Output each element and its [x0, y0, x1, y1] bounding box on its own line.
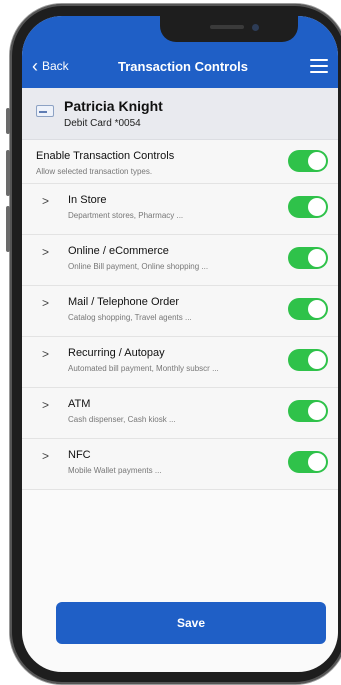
- card-summary: Patricia Knight Debit Card *0054: [22, 88, 338, 140]
- category-subtitle: Department stores, Pharmacy ...: [68, 211, 184, 220]
- online-ecommerce-toggle[interactable]: [288, 247, 328, 269]
- category-subtitle: Online Bill payment, Online shopping ...: [68, 262, 209, 271]
- nfc-toggle[interactable]: [288, 451, 328, 473]
- page-title: Transaction Controls: [118, 58, 249, 74]
- volume-up-button: [6, 150, 10, 196]
- enable-controls-toggle[interactable]: [288, 150, 328, 172]
- category-subtitle: Mobile Wallet payments ...: [68, 466, 162, 475]
- recurring-autopay-toggle[interactable]: [288, 349, 328, 371]
- category-subtitle: Cash dispenser, Cash kiosk ...: [68, 415, 176, 424]
- save-button[interactable]: Save: [56, 602, 326, 644]
- chevron-right-icon: >: [42, 449, 50, 463]
- back-button[interactable]: ‹ Back: [22, 57, 69, 75]
- category-row-in-store[interactable]: > In Store Department stores, Pharmacy .…: [22, 184, 338, 235]
- phone-notch: [160, 16, 298, 42]
- chevron-right-icon: >: [42, 194, 50, 208]
- category-row-recurring-autopay[interactable]: > Recurring / Autopay Automated bill pay…: [22, 337, 338, 388]
- category-subtitle: Automated bill payment, Monthly subscr .…: [68, 364, 219, 373]
- mail-telephone-order-toggle[interactable]: [288, 298, 328, 320]
- in-store-toggle[interactable]: [288, 196, 328, 218]
- category-row-mail-telephone-order[interactable]: > Mail / Telephone Order Catalog shoppin…: [22, 286, 338, 337]
- category-row-online-ecommerce[interactable]: > Online / eCommerce Online Bill payment…: [22, 235, 338, 286]
- enable-subtitle: Allow selected transaction types.: [36, 167, 153, 176]
- credit-card-icon: [36, 104, 54, 117]
- back-label: Back: [42, 59, 69, 73]
- chevron-right-icon: >: [42, 398, 50, 412]
- chevron-right-icon: >: [42, 296, 50, 310]
- speaker-grille: [210, 25, 244, 29]
- chevron-right-icon: >: [42, 347, 50, 361]
- enable-transaction-controls-row: Enable Transaction Controls Allow select…: [22, 140, 338, 184]
- navigation-bar: ‹ Back Transaction Controls: [22, 44, 338, 88]
- hamburger-menu-icon[interactable]: [310, 59, 328, 73]
- chevron-left-icon: ‹: [32, 56, 38, 76]
- app-screen: ‹ Back Transaction Controls Patricia Kni…: [22, 16, 338, 672]
- atm-toggle[interactable]: [288, 400, 328, 422]
- card-label: Debit Card *0054: [64, 118, 141, 129]
- category-row-atm[interactable]: > ATM Cash dispenser, Cash kiosk ...: [22, 388, 338, 439]
- category-row-nfc[interactable]: > NFC Mobile Wallet payments ...: [22, 439, 338, 490]
- camera-icon: [252, 24, 259, 31]
- mute-switch: [6, 108, 10, 134]
- volume-down-button: [6, 206, 10, 252]
- chevron-right-icon: >: [42, 245, 50, 259]
- category-subtitle: Catalog shopping, Travel agents ...: [68, 313, 192, 322]
- cardholder-name: Patricia Knight: [64, 98, 163, 114]
